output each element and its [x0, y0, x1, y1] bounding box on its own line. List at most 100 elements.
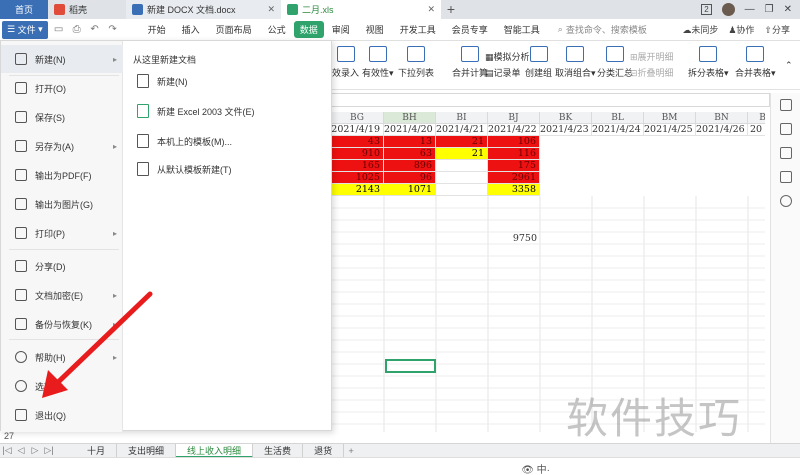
ribbon-record-form[interactable]: ▤记录单	[485, 66, 521, 79]
date-cell[interactable]: 2021/4/23	[540, 124, 592, 136]
select-icon[interactable]	[779, 123, 792, 135]
column-header[interactable]: B	[748, 112, 765, 124]
file-menu-button[interactable]: ☰ 文件 ▾	[2, 20, 48, 39]
ribbon-subtotal[interactable]: 分类汇总	[597, 46, 633, 79]
column-header[interactable]: BJ	[488, 112, 540, 124]
selected-cell[interactable]	[385, 359, 436, 373]
data-cell[interactable]: 21	[436, 136, 488, 148]
date-cell[interactable]: 2021/4/20	[384, 124, 436, 136]
submenu-default-template[interactable]: 从默认模板新建(T)	[137, 159, 232, 179]
data-cell[interactable]: 63	[384, 148, 436, 160]
data-cell[interactable]: 1071	[384, 184, 436, 196]
tab-review[interactable]: 审阅	[324, 23, 358, 36]
date-cell[interactable]: 2021/4/25	[644, 124, 696, 136]
ribbon-expand-detail[interactable]: ⊞展开明细	[630, 50, 674, 63]
submenu-new[interactable]: 新建(N)	[137, 71, 188, 91]
data-cell[interactable]: 116	[488, 148, 540, 160]
date-cell[interactable]: 2021/4/24	[592, 124, 644, 136]
sheet-tab-active[interactable]: 线上收入明细	[176, 443, 254, 458]
sheet-tab[interactable]: 支出明细	[117, 443, 177, 458]
ribbon-split-table[interactable]: 拆分表格▾	[688, 46, 729, 79]
print-icon[interactable]: ⎙	[70, 23, 84, 37]
column-header[interactable]: BK	[540, 112, 592, 124]
settings-sliders-icon[interactable]	[779, 147, 792, 159]
date-cell[interactable]: 20	[748, 124, 765, 136]
ribbon-create-group[interactable]: 创建组	[525, 46, 552, 79]
tab-member[interactable]: 会员专享	[444, 23, 496, 36]
prev-sheet-icon[interactable]: ◁	[14, 445, 28, 456]
sheet-tab[interactable]: 退货	[303, 443, 345, 458]
data-cell[interactable]: 106	[488, 136, 540, 148]
help-icon[interactable]	[779, 195, 792, 207]
new-tab-button[interactable]: +	[441, 0, 461, 19]
tab-docx[interactable]: 新建 DOCX 文档.docx ✕	[126, 0, 281, 19]
tab-developer[interactable]: 开发工具	[392, 23, 444, 36]
restore-icon[interactable]: ❐	[765, 4, 774, 15]
redo-icon[interactable]: ↷	[106, 23, 120, 37]
menu-item-export-pdf[interactable]: 输出为PDF(F)	[1, 161, 123, 189]
tab-view[interactable]: 视图	[358, 23, 392, 36]
column-header[interactable]: BG	[331, 112, 384, 124]
ribbon-ungroup[interactable]: 取消组合▾	[555, 46, 596, 79]
ribbon-collapse-icon[interactable]: ⌃	[785, 60, 793, 71]
tab-formula[interactable]: 公式	[260, 23, 294, 36]
tab-data[interactable]: 数据	[293, 21, 324, 38]
data-cell[interactable]: 96	[384, 172, 436, 184]
ribbon-collapse-detail[interactable]: ⊟折叠明细	[630, 66, 674, 79]
column-header[interactable]: BN	[696, 112, 748, 124]
last-sheet-icon[interactable]: ▷|	[42, 445, 56, 456]
data-cell[interactable]	[436, 184, 488, 196]
ribbon-what-if[interactable]: ▦模拟分析	[485, 50, 530, 63]
data-cell[interactable]: 2143	[331, 184, 384, 196]
column-header[interactable]: BH	[384, 112, 436, 124]
sheet-tab[interactable]: 生活费	[253, 443, 304, 458]
date-cell[interactable]: 2021/4/26	[696, 124, 748, 136]
next-sheet-icon[interactable]: ▷	[28, 445, 42, 456]
menu-item-open[interactable]: 打开(O)	[1, 74, 123, 102]
data-cell[interactable]: 21	[436, 148, 488, 160]
ribbon-consolidate[interactable]: 合并计算	[452, 46, 488, 79]
ribbon-validity[interactable]: 有效性▾	[362, 46, 394, 79]
data-cell[interactable]: 2961	[488, 172, 540, 184]
first-sheet-icon[interactable]: |◁	[0, 445, 14, 456]
menu-item-exit[interactable]: 退出(Q)	[1, 401, 123, 429]
folder-icon[interactable]: ▭	[52, 23, 66, 37]
menu-item-new[interactable]: 新建(N) ▸	[1, 45, 123, 73]
data-cell[interactable]: 175	[488, 160, 540, 172]
minimize-icon[interactable]: —	[745, 4, 755, 15]
tab-insert[interactable]: 插入	[174, 23, 208, 36]
close-icon[interactable]: ✕	[427, 4, 435, 15]
data-cell[interactable]: 1025	[331, 172, 384, 184]
expand-panel-icon[interactable]	[779, 99, 792, 111]
menu-item-print[interactable]: 打印(P) ▸	[1, 219, 123, 247]
menu-item-export-image[interactable]: 输出为图片(G)	[1, 190, 123, 218]
badge[interactable]: 2	[701, 4, 712, 15]
date-cell[interactable]: 2021/4/19	[331, 124, 384, 136]
date-cell[interactable]: 2021/4/21	[436, 124, 488, 136]
data-cell[interactable]: 910	[331, 148, 384, 160]
tab-home[interactable]: 首页	[0, 0, 48, 19]
sheet-tab[interactable]: 十月	[76, 443, 118, 458]
ribbon-quick-input[interactable]: 效录入	[332, 46, 359, 79]
submenu-new-excel-2003[interactable]: 新建 Excel 2003 文件(E)	[137, 101, 255, 121]
status-icons[interactable]: 👁 中·	[521, 461, 550, 475]
menu-item-save[interactable]: 保存(S)	[1, 103, 123, 131]
tab-page-layout[interactable]: 页面布局	[208, 23, 260, 36]
data-cell[interactable]: 43	[331, 136, 384, 148]
data-cell[interactable]	[436, 160, 488, 172]
add-sheet-icon[interactable]: +	[344, 446, 358, 456]
close-icon[interactable]: ✕	[267, 4, 275, 15]
window-close-icon[interactable]: ✕	[784, 4, 792, 15]
sync-button[interactable]: ☁未同步	[682, 23, 718, 36]
column-header[interactable]: BM	[644, 112, 696, 124]
data-cell[interactable]: 3358	[488, 184, 540, 196]
tab-xls[interactable]: 二月.xls ✕	[281, 0, 441, 19]
avatar[interactable]	[721, 3, 735, 16]
search-box[interactable]: ⌕ 查找命令、搜索模板	[558, 23, 647, 36]
shape-icon[interactable]	[779, 171, 792, 183]
undo-icon[interactable]: ↶	[88, 23, 102, 37]
tab-start[interactable]: 开始	[140, 23, 174, 36]
column-header[interactable]: BI	[436, 112, 488, 124]
ribbon-dropdown-list[interactable]: 下拉列表	[398, 46, 434, 79]
date-cell[interactable]: 2021/4/22	[488, 124, 540, 136]
